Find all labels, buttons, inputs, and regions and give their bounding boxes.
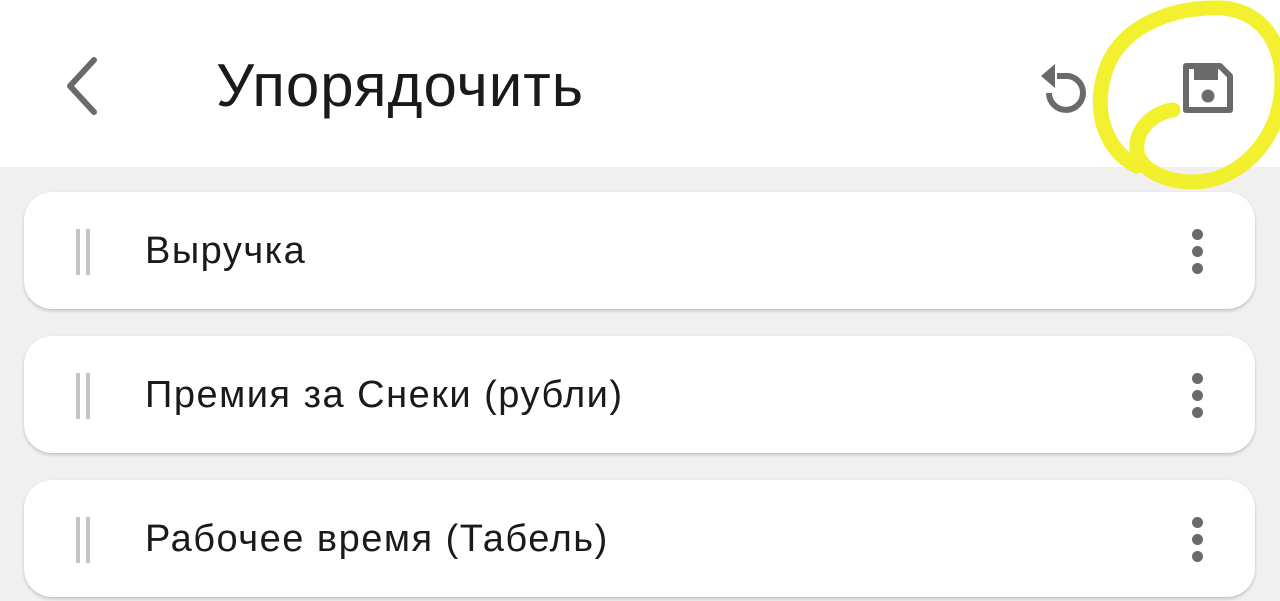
- reset-icon: [1041, 64, 1086, 113]
- chevron-left-icon: [67, 57, 97, 115]
- item-label: Премия за Снеки (рубли): [145, 374, 624, 416]
- more-vertical-icon: [1191, 516, 1203, 528]
- more-vertical-icon: [1191, 228, 1203, 240]
- list-item[interactable]: Премия за Снеки (рубли): [24, 336, 1255, 453]
- app-screen: Упорядочить Выручка Премия за Снеки (руб…: [0, 0, 1280, 601]
- item-label: Выручка: [145, 230, 307, 272]
- back-button[interactable]: [44, 46, 124, 126]
- more-vertical-icon: [1191, 372, 1203, 384]
- more-options-button[interactable]: [1161, 218, 1233, 284]
- more-options-button[interactable]: [1161, 362, 1233, 428]
- drag-handle-icon[interactable]: [74, 373, 94, 419]
- drag-handle-icon[interactable]: [74, 229, 94, 275]
- top-app-bar: Упорядочить: [0, 0, 1280, 190]
- page-title: Упорядочить: [216, 52, 585, 119]
- list-item[interactable]: Выручка: [24, 192, 1255, 309]
- save-icon: [1183, 63, 1233, 113]
- save-button[interactable]: [1168, 48, 1248, 128]
- reset-button[interactable]: [1024, 48, 1104, 128]
- more-options-button[interactable]: [1161, 506, 1233, 572]
- list-item[interactable]: Рабочее время (Табель): [24, 480, 1255, 597]
- sortable-list: Выручка Премия за Снеки (рубли) Рабочее …: [24, 192, 1255, 601]
- item-label: Рабочее время (Табель): [145, 518, 609, 560]
- drag-handle-icon[interactable]: [74, 517, 94, 563]
